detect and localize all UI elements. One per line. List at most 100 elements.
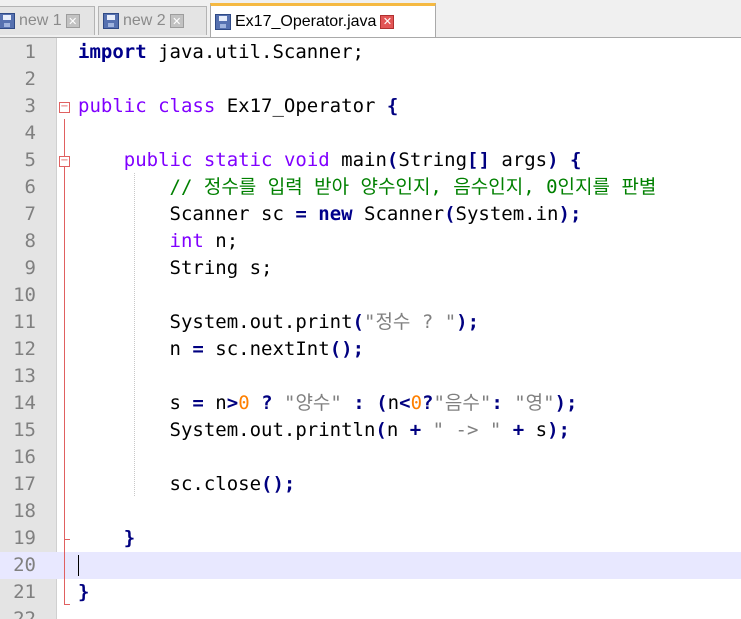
- code-line[interactable]: 15 System.out.println(n + " -> " + s);: [0, 417, 741, 444]
- code-line[interactable]: 5 public static void main(String[] args)…: [0, 147, 741, 174]
- line-number: 2: [24, 68, 36, 90]
- code-token: :: [353, 392, 365, 414]
- fold-end-marker: [65, 604, 70, 605]
- code-token: ?: [422, 392, 434, 414]
- code-line[interactable]: 18: [0, 498, 741, 525]
- code-token: args: [489, 149, 548, 171]
- tab-ex17-operator-java[interactable]: Ex17_Operator.java ✕: [210, 3, 436, 37]
- code-token: System.in: [455, 203, 559, 225]
- code-text: sc.close();: [78, 471, 296, 498]
- code-token: "정수 ? ": [364, 311, 457, 333]
- code-token: String s;: [78, 257, 273, 279]
- fold-collapse-icon[interactable]: −: [59, 156, 70, 167]
- indent-guide: [134, 173, 135, 496]
- line-number: 6: [24, 176, 36, 198]
- line-number: 11: [13, 311, 36, 333]
- line-number: 3: [24, 95, 36, 117]
- code-token: );: [554, 392, 578, 414]
- code-token: class: [158, 95, 216, 117]
- code-token: main: [329, 149, 387, 171]
- code-token: ): [547, 149, 559, 171]
- tab-bar: new 1 ✕ new 2 ✕ Ex17_Operator.java ✕: [0, 0, 741, 38]
- code-line[interactable]: 6 // 정수를 입력 받아 양수인지, 음수인지, 0인지를 판별: [0, 174, 741, 201]
- tab-new-2[interactable]: new 2 ✕: [98, 6, 207, 35]
- code-line[interactable]: 16: [0, 444, 741, 471]
- code-line[interactable]: 1 import java.util.Scanner;: [0, 39, 741, 66]
- code-token: =: [192, 338, 204, 360]
- code-text: Scanner sc = new Scanner(System.in);: [78, 201, 582, 228]
- code-line[interactable]: 17 sc.close();: [0, 471, 741, 498]
- code-token: void: [283, 149, 330, 171]
- code-line[interactable]: 11 System.out.print("정수 ? ");: [0, 309, 741, 336]
- code-token: public: [78, 95, 147, 117]
- code-token: static: [203, 149, 273, 171]
- line-number: 16: [13, 446, 36, 468]
- code-token: s: [78, 392, 193, 414]
- code-line[interactable]: 20: [0, 552, 741, 579]
- code-token: +: [409, 419, 422, 441]
- code-line[interactable]: 9 String s;: [0, 255, 741, 282]
- code-line[interactable]: 14 s = n>0 ? "양수" : (n<0?"음수": "영");: [0, 390, 741, 417]
- code-token: " -> ": [432, 419, 502, 441]
- code-token: "양수": [284, 392, 342, 414]
- code-text: // 정수를 입력 받아 양수인지, 음수인지, 0인지를 판별: [78, 174, 657, 201]
- code-token: "영": [514, 392, 555, 414]
- floppy-save-icon: [215, 13, 231, 30]
- code-token: new: [318, 203, 353, 225]
- line-number: 8: [24, 230, 36, 252]
- close-icon[interactable]: ✕: [380, 14, 395, 29]
- tab-label: new 2: [123, 12, 166, 29]
- code-line[interactable]: 22: [0, 606, 741, 619]
- code-text: s = n>0 ? "양수" : (n<0?"음수": "영");: [78, 390, 578, 417]
- code-token: Scanner sc: [78, 203, 296, 225]
- code-token: Scanner: [352, 203, 445, 225]
- code-text: int n;: [78, 228, 239, 255]
- code-line[interactable]: 13: [0, 363, 741, 390]
- code-line[interactable]: 7 Scanner sc = new Scanner(System.in);: [0, 201, 741, 228]
- code-token: n: [386, 419, 410, 441]
- line-number: 4: [24, 122, 36, 144]
- code-token: ?: [261, 392, 273, 414]
- code-line[interactable]: 21}: [0, 579, 741, 606]
- code-token: []: [467, 149, 490, 171]
- line-number: 12: [13, 338, 36, 360]
- close-icon[interactable]: ✕: [169, 14, 184, 28]
- code-token: n: [203, 392, 227, 414]
- code-token: System.out.print: [78, 311, 353, 333]
- code-line[interactable]: 2: [0, 66, 741, 93]
- code-token: System.out.println: [78, 419, 376, 441]
- fold-collapse-icon[interactable]: −: [59, 102, 70, 113]
- code-editor[interactable]: 1 import java.util.Scanner; 2 3 public class…: [0, 38, 741, 619]
- code-line[interactable]: 19 }: [0, 525, 741, 552]
- tab-new-1[interactable]: new 1 ✕: [0, 6, 95, 35]
- line-number: 14: [13, 392, 36, 414]
- code-line[interactable]: 8 int n;: [0, 228, 741, 255]
- close-icon[interactable]: ✕: [65, 14, 80, 28]
- line-number: 7: [24, 203, 36, 225]
- floppy-save-icon: [103, 13, 119, 29]
- code-token: import: [78, 41, 147, 63]
- code-line[interactable]: 3 public class Ex17_Operator {: [0, 93, 741, 120]
- code-token: s: [524, 419, 548, 441]
- code-token: );: [558, 203, 582, 225]
- code-line[interactable]: 10: [0, 282, 741, 309]
- line-number: 10: [13, 284, 36, 306]
- line-number: 15: [13, 419, 36, 441]
- floppy-save-icon: [0, 13, 15, 29]
- line-number: 9: [24, 257, 36, 279]
- line-number: 5: [24, 149, 36, 171]
- code-token: ();: [329, 338, 365, 360]
- code-token: "음수": [433, 392, 492, 414]
- code-line[interactable]: 4: [0, 120, 741, 147]
- line-number: 22: [13, 608, 36, 619]
- code-line[interactable]: 12 n = sc.nextInt();: [0, 336, 741, 363]
